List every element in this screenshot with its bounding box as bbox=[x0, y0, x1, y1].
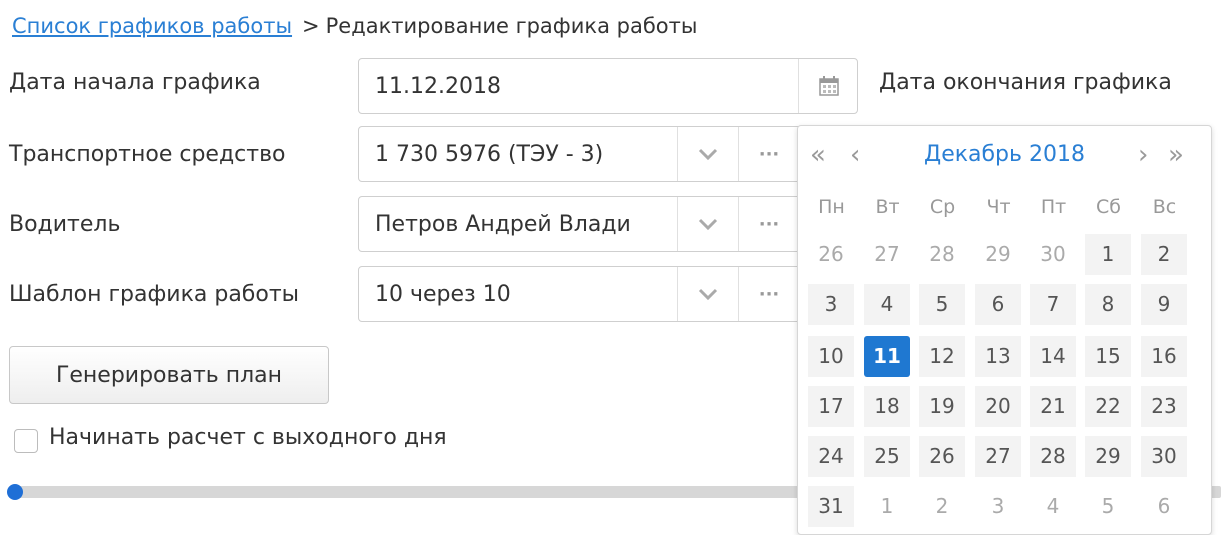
calendar-day[interactable]: 31 bbox=[808, 486, 854, 527]
start-date-field[interactable]: 11.12.2018 bbox=[358, 58, 858, 114]
vehicle-value: 1 730 5976 (ТЭУ - 3) bbox=[375, 142, 604, 167]
calendar-day[interactable]: 4 bbox=[1030, 486, 1076, 527]
breadcrumb-separator: > bbox=[302, 14, 320, 38]
breadcrumb-current: Редактирование графика работы bbox=[325, 14, 698, 38]
template-dropdown-button[interactable] bbox=[677, 267, 738, 321]
calendar-day[interactable]: 19 bbox=[919, 386, 965, 427]
driver-value: Петров Андрей Влади bbox=[375, 212, 631, 237]
calendar-day[interactable]: 9 bbox=[1141, 284, 1187, 325]
calendar-day[interactable]: 27 bbox=[975, 436, 1021, 477]
weekend-start-checkbox[interactable] bbox=[14, 429, 38, 453]
calendar-day[interactable]: 7 bbox=[1030, 284, 1076, 325]
calendar-day[interactable]: 5 bbox=[1085, 486, 1131, 527]
calendar-day[interactable]: 27 bbox=[864, 234, 910, 275]
template-value: 10 через 10 bbox=[375, 282, 511, 307]
calendar-day[interactable]: 30 bbox=[1030, 234, 1076, 275]
vehicle-label: Транспортное средство bbox=[9, 142, 286, 167]
calendar-day[interactable]: 21 bbox=[1030, 386, 1076, 427]
weekday-header: Пт bbox=[1040, 196, 1067, 218]
slider-handle[interactable] bbox=[7, 484, 23, 500]
chevron-down-icon bbox=[698, 288, 718, 301]
calendar-day[interactable]: 24 bbox=[808, 436, 854, 477]
template-label: Шаблон графика работы bbox=[9, 282, 300, 307]
end-date-label: Дата окончания графика bbox=[879, 70, 1172, 95]
calendar-day[interactable]: 6 bbox=[975, 284, 1021, 325]
driver-dropdown-button[interactable] bbox=[677, 197, 738, 251]
driver-select[interactable]: Петров Андрей Влади ··· bbox=[358, 196, 808, 252]
next-year-button[interactable]: » bbox=[1168, 138, 1184, 172]
vehicle-ellipsis-button[interactable]: ··· bbox=[738, 127, 799, 181]
calendar-day[interactable]: 1 bbox=[1085, 234, 1131, 275]
calendar-day[interactable]: 4 bbox=[864, 284, 910, 325]
calendar-day[interactable]: 8 bbox=[1085, 284, 1131, 325]
calendar-day[interactable]: 13 bbox=[975, 336, 1021, 377]
calendar-day[interactable]: 28 bbox=[1030, 436, 1076, 477]
calendar-day-selected[interactable]: 11 bbox=[864, 336, 910, 377]
calendar-day[interactable]: 26 bbox=[808, 234, 854, 275]
date-picker-popup: « ‹ Декабрь 2018 › » Пн Вт Ср Чт Пт Сб Вс 26 27… bbox=[797, 125, 1212, 535]
calendar-day[interactable]: 29 bbox=[975, 234, 1021, 275]
calendar-day[interactable]: 20 bbox=[975, 386, 1021, 427]
calendar-day[interactable]: 3 bbox=[975, 486, 1021, 527]
next-month-button[interactable]: › bbox=[1138, 138, 1148, 172]
calendar-day[interactable]: 18 bbox=[864, 386, 910, 427]
calendar-icon bbox=[819, 76, 839, 96]
calendar-day[interactable]: 15 bbox=[1085, 336, 1131, 377]
calendar-day[interactable]: 10 bbox=[808, 336, 854, 377]
weekday-header: Пн bbox=[818, 196, 845, 218]
start-date-value: 11.12.2018 bbox=[375, 74, 501, 99]
weekday-header: Вт bbox=[875, 196, 900, 218]
weekday-header: Чт bbox=[986, 196, 1011, 218]
calendar-month-title[interactable]: Декабрь 2018 bbox=[798, 138, 1211, 172]
start-date-label: Дата начала графика bbox=[9, 70, 261, 95]
calendar-day[interactable]: 16 bbox=[1141, 336, 1187, 377]
chevron-down-icon bbox=[698, 218, 718, 231]
calendar-day[interactable]: 12 bbox=[919, 336, 965, 377]
chevron-down-icon bbox=[698, 148, 718, 161]
breadcrumb: Список графиков работы > Редактирование гр… bbox=[12, 14, 697, 38]
weekday-header: Вс bbox=[1152, 196, 1177, 218]
calendar-day[interactable]: 3 bbox=[808, 284, 854, 325]
driver-ellipsis-button[interactable]: ··· bbox=[738, 197, 799, 251]
calendar-day[interactable]: 2 bbox=[1141, 234, 1187, 275]
calendar-day[interactable]: 29 bbox=[1085, 436, 1131, 477]
template-ellipsis-button[interactable]: ··· bbox=[738, 267, 799, 321]
calendar-day[interactable]: 5 bbox=[919, 284, 965, 325]
calendar-day[interactable]: 1 bbox=[864, 486, 910, 527]
vehicle-dropdown-button[interactable] bbox=[677, 127, 738, 181]
vehicle-select[interactable]: 1 730 5976 (ТЭУ - 3) ··· bbox=[358, 126, 808, 182]
calendar-day[interactable]: 28 bbox=[919, 234, 965, 275]
weekday-header: Сб bbox=[1096, 196, 1121, 218]
calendar-day[interactable]: 25 bbox=[864, 436, 910, 477]
calendar-day[interactable]: 2 bbox=[919, 486, 965, 527]
weekday-header: Ср bbox=[929, 196, 956, 218]
generate-plan-button[interactable]: Генерировать план bbox=[9, 346, 329, 404]
calendar-day[interactable]: 14 bbox=[1030, 336, 1076, 377]
breadcrumb-link-schedules[interactable]: Список графиков работы bbox=[12, 14, 292, 38]
calendar-button[interactable] bbox=[798, 59, 859, 113]
calendar-day[interactable]: 17 bbox=[808, 386, 854, 427]
calendar-day[interactable]: 23 bbox=[1141, 386, 1187, 427]
calendar-day[interactable]: 30 bbox=[1141, 436, 1187, 477]
template-select[interactable]: 10 через 10 ··· bbox=[358, 266, 808, 322]
weekend-start-label: Начинать расчет с выходного дня bbox=[49, 425, 447, 450]
driver-label: Водитель bbox=[9, 212, 121, 237]
calendar-day[interactable]: 22 bbox=[1085, 386, 1131, 427]
calendar-day[interactable]: 6 bbox=[1141, 486, 1187, 527]
calendar-day[interactable]: 26 bbox=[919, 436, 965, 477]
